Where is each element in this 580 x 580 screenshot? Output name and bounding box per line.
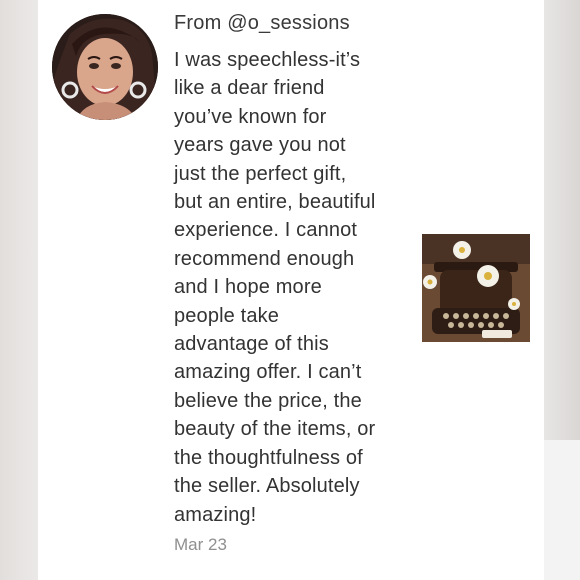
comment-line: amazing! — [174, 503, 257, 526]
avatar-photo-icon — [52, 14, 158, 120]
author-prefix: From — [174, 12, 222, 34]
avatar[interactable] — [52, 14, 158, 120]
comment-line: experience. I cannot — [174, 219, 358, 242]
background-right-lower-edge — [542, 440, 580, 580]
comment-line: years gave you not — [174, 134, 346, 157]
author-handle[interactable]: @o_sessions — [227, 12, 350, 34]
typewriter-photo-icon — [422, 234, 530, 342]
comment-line: but an entire, beautiful — [174, 191, 376, 214]
comment-line: like a dear friend — [174, 77, 325, 100]
comment-line: you’ve known for — [174, 105, 327, 128]
comment-line: people take — [174, 304, 280, 327]
comment-line: beauty of the items, or — [174, 418, 376, 441]
comment-photo-thumbnail[interactable] — [422, 234, 530, 342]
comment-line: believe the price, the — [174, 389, 362, 412]
comment-line: advantage of this — [174, 333, 329, 356]
comment-line: just the perfect gift, — [174, 162, 347, 185]
comment-header: From @o_sessions — [174, 12, 350, 35]
comment-line: the thoughtfulness of — [174, 446, 363, 469]
comment-line: I was speechless-it’s — [174, 49, 361, 71]
background-left-edge — [0, 0, 38, 580]
comment-line: amazing offer. I can’t — [174, 361, 362, 384]
comment-date: Mar 23 — [174, 535, 227, 554]
comment-line: recommend enough — [174, 247, 355, 270]
comment-body: I was speechless-it’s like a dear friend… — [174, 46, 410, 529]
comment-line: the seller. Absolutely — [174, 475, 360, 498]
comment-line: and I hope more — [174, 276, 322, 299]
